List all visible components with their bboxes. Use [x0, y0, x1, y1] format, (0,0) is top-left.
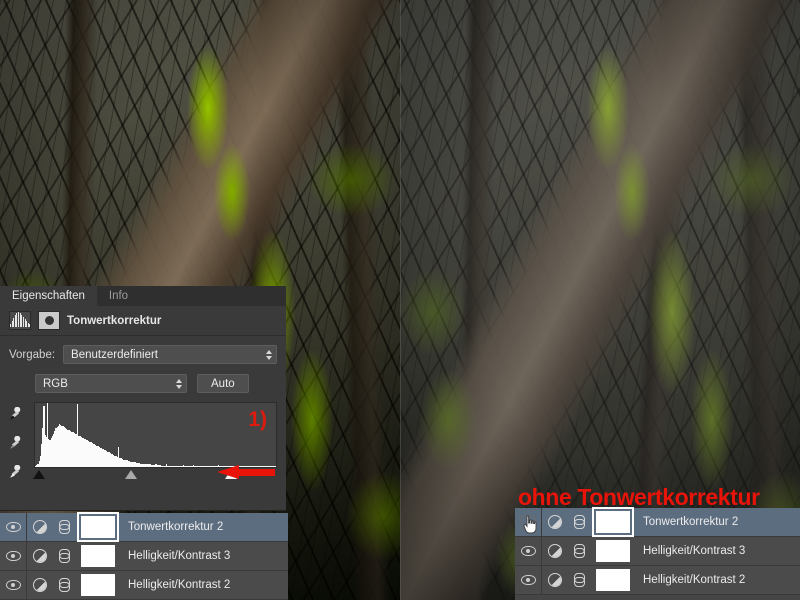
adjustment-layer-icon	[32, 578, 47, 592]
preset-select[interactable]: Benutzerdefiniert	[63, 345, 277, 364]
layer-mask-thumbnail	[592, 507, 634, 537]
histogram-area: 1)	[0, 393, 286, 483]
channel-select[interactable]: RGB	[35, 374, 187, 393]
histogram-plot[interactable]	[34, 402, 277, 468]
chevron-updown-icon	[266, 349, 272, 360]
eye-icon	[520, 575, 536, 585]
layer-mask-thumbnail-cell[interactable]	[589, 507, 637, 537]
preset-value: Benutzerdefiniert	[71, 348, 158, 361]
link-mask-toggle[interactable]	[52, 520, 74, 534]
layer-mask-thumbnail-cell[interactable]	[74, 512, 122, 542]
layer-name: Helligkeit/Kontrast 3	[643, 545, 746, 557]
table-row[interactable]: Helligkeit/Kontrast 2	[515, 566, 800, 595]
layers-panel-left: Tonwertkorrektur 2 Helligkeit/Kontrast 3…	[0, 512, 288, 600]
table-row[interactable]: Helligkeit/Kontrast 3	[0, 542, 288, 571]
step-marker-1: 1)	[248, 408, 267, 431]
overlay-annotation-text: ohne Tonwertkorrektur	[518, 484, 760, 510]
tab-info-label: Info	[108, 290, 129, 302]
link-icon	[573, 544, 585, 558]
adjustment-layer-icon	[547, 573, 562, 587]
white-point-eyedropper[interactable]	[6, 464, 26, 483]
table-row[interactable]: Tonwertkorrektur 2	[0, 512, 288, 542]
layer-name: Helligkeit/Kontrast 2	[128, 579, 231, 591]
page-title: Tonwertkorrektur	[67, 314, 162, 327]
preset-label: Vorgabe:	[9, 348, 56, 361]
layer-visibility-toggle[interactable]	[515, 537, 542, 565]
layer-visibility-toggle[interactable]	[0, 513, 27, 541]
table-row[interactable]: Tonwertkorrektur 2	[515, 507, 800, 537]
layer-mask-thumbnail	[77, 512, 119, 542]
link-mask-toggle[interactable]	[52, 578, 74, 592]
adjustment-layer-icon-cell	[27, 549, 52, 563]
black-point-eyedropper[interactable]	[6, 406, 26, 425]
adjustment-layer-icon	[547, 515, 562, 529]
layer-mask-thumbnail	[81, 545, 115, 567]
adjustment-layer-icon	[547, 544, 562, 558]
link-icon	[58, 549, 70, 563]
channel-row: RGB Auto	[0, 364, 286, 393]
link-icon	[58, 520, 70, 534]
image-split-seam	[400, 0, 401, 600]
layer-visibility-toggle[interactable]	[515, 508, 542, 536]
layer-mask-thumbnail-cell[interactable]	[74, 545, 122, 567]
layer-mask-thumbnail-cell[interactable]	[589, 540, 637, 562]
layer-mask-thumbnail	[81, 574, 115, 596]
layer-mask-thumbnail	[596, 540, 630, 562]
eye-icon	[5, 551, 21, 561]
black-point-slider-handle[interactable]	[32, 470, 45, 479]
link-icon	[573, 515, 585, 529]
tab-info[interactable]: Info	[96, 286, 141, 306]
link-icon	[58, 578, 70, 592]
adjustment-layer-icon-cell	[542, 573, 567, 587]
adjustment-layer-icon-cell	[27, 520, 52, 534]
link-mask-toggle[interactable]	[567, 544, 589, 558]
adjustment-layer-icon-cell	[542, 544, 567, 558]
table-row[interactable]: Helligkeit/Kontrast 2	[0, 571, 288, 600]
channel-value: RGB	[43, 377, 68, 390]
histogram-icon	[9, 311, 31, 330]
adjustment-layer-icon-cell	[542, 515, 567, 529]
tab-eigenschaften-label: Eigenschaften	[12, 290, 85, 302]
hand-pointer-cursor	[523, 515, 538, 534]
layer-visibility-toggle[interactable]	[515, 566, 542, 594]
eyedropper-group	[6, 402, 28, 483]
adjustment-layer-icon-cell	[27, 578, 52, 592]
layer-mask-thumbnail	[596, 569, 630, 591]
link-mask-toggle[interactable]	[52, 549, 74, 563]
eye-icon	[520, 546, 536, 556]
red-arrow-annotation	[217, 465, 275, 479]
layer-mask-icon[interactable]	[38, 311, 60, 330]
table-row[interactable]: Helligkeit/Kontrast 3	[515, 537, 800, 566]
layer-name: Tonwertkorrektur 2	[128, 521, 224, 533]
layer-visibility-toggle[interactable]	[0, 542, 27, 570]
gray-point-eyedropper[interactable]	[6, 435, 26, 454]
screenshot-root: Eigenschaften Info Tonwertkorrektur Vorg…	[0, 0, 800, 600]
layer-name: Helligkeit/Kontrast 3	[128, 550, 231, 562]
eye-icon	[5, 580, 21, 590]
preset-row: Vorgabe: Benutzerdefiniert	[0, 336, 286, 364]
layer-name: Helligkeit/Kontrast 2	[643, 574, 746, 586]
auto-button-label: Auto	[211, 377, 235, 390]
layer-visibility-toggle[interactable]	[0, 571, 27, 599]
tab-eigenschaften[interactable]: Eigenschaften	[0, 286, 97, 306]
adjustment-layer-icon	[32, 549, 47, 563]
layer-name: Tonwertkorrektur 2	[643, 516, 739, 528]
link-mask-toggle[interactable]	[567, 573, 589, 587]
panel-tabbar: Eigenschaften Info	[0, 286, 286, 306]
adjustment-layer-icon	[32, 520, 47, 534]
link-mask-toggle[interactable]	[567, 515, 589, 529]
eye-icon	[5, 522, 21, 532]
link-icon	[573, 573, 585, 587]
properties-panel: Eigenschaften Info Tonwertkorrektur Vorg…	[0, 286, 286, 511]
gray-point-slider-handle[interactable]	[125, 470, 138, 479]
layer-mask-thumbnail-cell[interactable]	[589, 569, 637, 591]
chevron-updown-icon	[176, 378, 182, 389]
layer-mask-thumbnail-cell[interactable]	[74, 574, 122, 596]
properties-header: Tonwertkorrektur	[0, 306, 286, 336]
auto-button[interactable]: Auto	[197, 374, 249, 393]
histogram-wrapper: 1)	[32, 402, 277, 483]
histogram-bars	[35, 403, 276, 467]
layers-panel-right: Tonwertkorrektur 2 Helligkeit/Kontrast 3…	[515, 507, 800, 600]
